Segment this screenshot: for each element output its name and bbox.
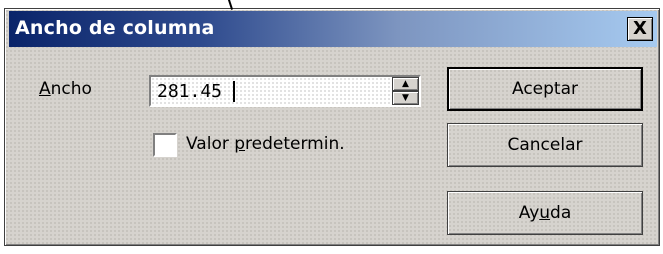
help-button[interactable]: Ayuda bbox=[447, 191, 643, 235]
column-width-dialog: Ancho de columna X Ancho 281.45 ▲ ▼ Valo… bbox=[4, 8, 660, 246]
help-label-post: da bbox=[550, 203, 572, 223]
arrow-up-icon: ▲ bbox=[402, 79, 409, 89]
default-value-label-hotkey: p bbox=[234, 134, 246, 154]
default-value-label-post: redetermin. bbox=[245, 134, 345, 154]
close-button[interactable]: X bbox=[627, 17, 653, 41]
close-icon: X bbox=[633, 18, 647, 39]
width-spinner[interactable]: ▲ ▼ bbox=[392, 77, 419, 105]
title-bar[interactable]: Ancho de columna X bbox=[9, 11, 657, 47]
arrow-down-icon: ▼ bbox=[402, 93, 409, 103]
spin-up-button[interactable]: ▲ bbox=[392, 77, 419, 91]
default-value-label-pre: Valor bbox=[186, 134, 235, 154]
width-label: Ancho bbox=[39, 79, 92, 99]
ok-button[interactable]: Aceptar bbox=[447, 67, 643, 111]
width-label-rest: ncho bbox=[50, 79, 92, 99]
width-input-value: 281.45 bbox=[157, 81, 223, 102]
text-caret bbox=[233, 81, 235, 102]
help-label-hotkey: u bbox=[539, 203, 551, 223]
spin-down-button[interactable]: ▼ bbox=[392, 91, 419, 105]
default-value-label[interactable]: Valor predetermin. bbox=[186, 134, 345, 154]
default-value-checkbox[interactable] bbox=[153, 133, 177, 157]
cancel-button[interactable]: Cancelar bbox=[447, 123, 643, 167]
width-input[interactable]: 281.45 bbox=[149, 75, 421, 107]
dialog-title: Ancho de columna bbox=[15, 17, 215, 39]
help-label-pre: Ay bbox=[518, 203, 540, 223]
width-label-hotkey: A bbox=[39, 79, 51, 99]
